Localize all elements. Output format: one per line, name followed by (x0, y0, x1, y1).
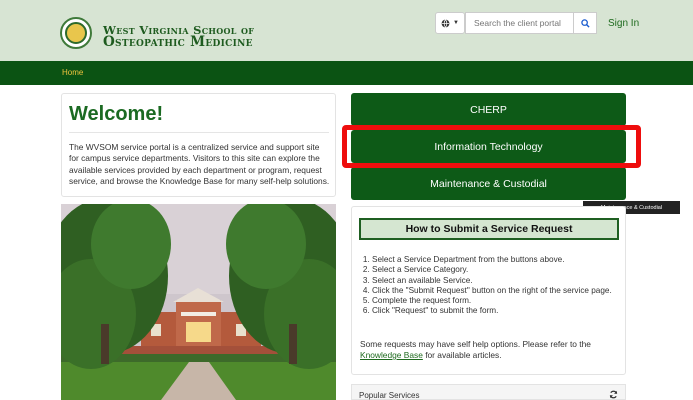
globe-icon (441, 18, 450, 28)
self-help-note: Some requests may have self help options… (360, 339, 622, 361)
list-item: Select a Service Department from the but… (372, 255, 612, 265)
school-seal-logo[interactable] (60, 17, 92, 49)
list-item: Click "Request" to submit the form. (372, 306, 612, 316)
language-dropdown[interactable]: ▼ (435, 12, 465, 34)
note-prefix: Some requests may have self help options… (360, 339, 591, 349)
list-item: Complete the request form. (372, 296, 612, 306)
knowledge-base-link[interactable]: Knowledge Base (360, 350, 423, 360)
welcome-title: Welcome! (69, 103, 164, 125)
popular-services-panel: Popular Services (351, 384, 626, 400)
breadcrumb-bar: Home (0, 61, 693, 85)
chevron-down-icon: ▼ (453, 20, 459, 26)
campus-photo-illustration (61, 204, 336, 400)
howto-card: How to Submit a Service Request Select a… (351, 206, 626, 375)
steps-list: Select a Service Department from the but… (372, 255, 612, 317)
popular-services-title: Popular Services (359, 391, 420, 400)
list-item: Select a Service Category. (372, 265, 612, 275)
list-item: Click the "Submit Request" button on the… (372, 286, 612, 296)
welcome-text: The WVSOM service portal is a centralize… (69, 142, 330, 186)
sign-in-link[interactable]: Sign In (608, 18, 639, 29)
maintenance-custodial-department-button[interactable]: Maintenance & Custodial (351, 167, 626, 200)
howto-title: How to Submit a Service Request (359, 218, 619, 240)
search-button[interactable] (574, 12, 597, 34)
school-name-logo[interactable]: West Virginia School of Osteopathic Medi… (103, 24, 254, 50)
refresh-icon[interactable] (609, 390, 618, 399)
breadcrumb-home[interactable]: Home (62, 68, 83, 77)
note-suffix: for available articles. (425, 350, 502, 360)
divider (69, 132, 329, 133)
highlight-box (342, 125, 641, 168)
campus-photo (61, 204, 336, 400)
site-header: West Virginia School of Osteopathic Medi… (0, 0, 693, 61)
list-item: Select an available Service. (372, 276, 612, 286)
welcome-card: Welcome! The WVSOM service portal is a c… (61, 93, 336, 197)
cherp-department-button[interactable]: CHERP (351, 93, 626, 126)
search-input[interactable] (465, 12, 574, 34)
search-icon (580, 18, 590, 28)
logo-line-2: Osteopathic Medicine (103, 34, 253, 50)
